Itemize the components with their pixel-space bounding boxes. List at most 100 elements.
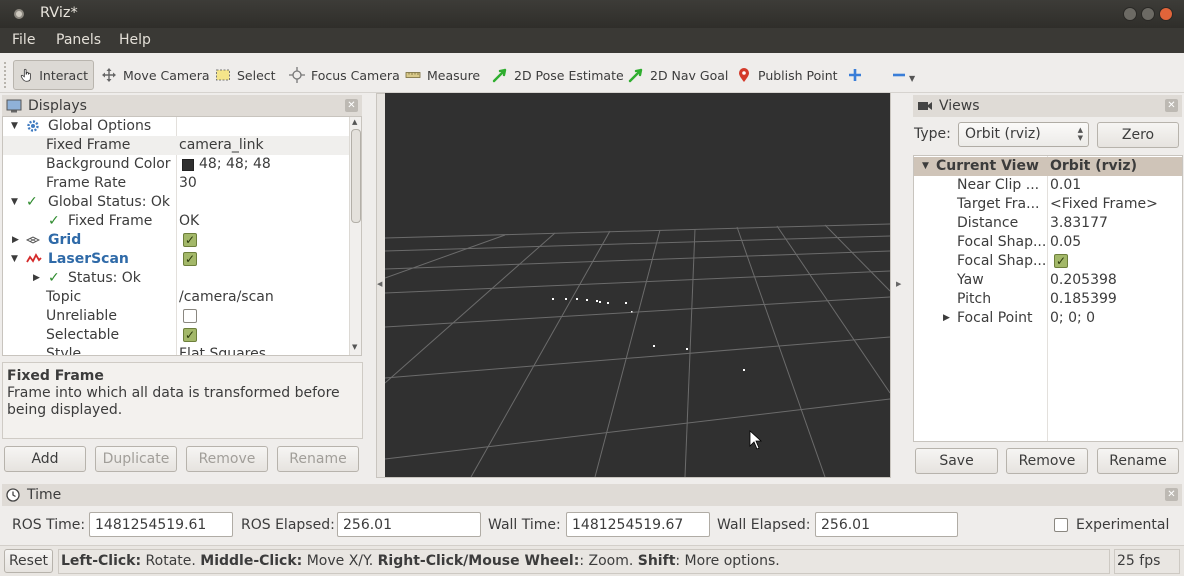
3d-viewport[interactable] xyxy=(385,93,890,477)
view-type-select[interactable]: Orbit (rviz) ▲ ▼ xyxy=(958,122,1089,147)
close-panel-icon[interactable]: ✕ xyxy=(1165,99,1178,112)
tree-row-laserscan[interactable]: ▼ LaserScan xyxy=(3,250,349,269)
checkmark-icon: ✓ xyxy=(48,213,60,229)
tool-2d-pose-estimate[interactable]: 2D Pose Estimate xyxy=(487,60,629,90)
views-tree[interactable]: ▼ Current View Orbit (rviz) Near Clip ..… xyxy=(913,155,1183,442)
tool-measure[interactable]: Measure xyxy=(400,60,485,90)
save-view-button[interactable]: Save xyxy=(915,448,998,474)
grid-enabled-checkbox[interactable] xyxy=(183,233,197,247)
focal-shape-size-value[interactable]: 0.05 xyxy=(1050,233,1081,252)
tree-row-yaw[interactable]: Yaw 0.205398 xyxy=(914,271,1182,290)
close-window-button[interactable] xyxy=(1159,7,1173,21)
color-swatch[interactable] xyxy=(182,159,194,171)
status-text: : Zoom. xyxy=(579,553,638,569)
tree-row-global-status[interactable]: ▼ ✓ Global Status: Ok xyxy=(3,193,349,212)
scrollbar-thumb[interactable] xyxy=(351,129,361,223)
menu-panels[interactable]: Panels xyxy=(56,32,101,48)
tree-row-topic[interactable]: Topic /camera/scan xyxy=(3,288,349,307)
close-panel-icon[interactable]: ✕ xyxy=(1165,488,1178,501)
distance-value[interactable]: 3.83177 xyxy=(1050,214,1108,233)
tree-label: Frame Rate xyxy=(46,175,127,191)
description-title: Fixed Frame xyxy=(7,368,104,384)
collapse-arrow-icon[interactable]: ▶ xyxy=(33,269,40,288)
focal-point-value[interactable]: 0; 0; 0 xyxy=(1050,309,1095,328)
near-clip-value[interactable]: 0.01 xyxy=(1050,176,1081,195)
tool-move-camera[interactable]: Move Camera xyxy=(96,60,215,90)
remove-display-button[interactable]: Remove xyxy=(186,446,268,472)
chevron-down-icon: ▼ xyxy=(909,73,916,83)
tree-row-focal-shape-size[interactable]: Focal Shap... 0.05 xyxy=(914,233,1182,252)
pitch-value[interactable]: 0.185399 xyxy=(1050,290,1117,309)
tool-publish-point[interactable]: Publish Point xyxy=(731,60,843,90)
tree-row-grid[interactable]: ▶ Grid xyxy=(3,231,349,250)
laserscan-enabled-checkbox[interactable] xyxy=(183,252,197,266)
focal-shape-fixed-checkbox[interactable] xyxy=(1054,254,1068,268)
displays-tree[interactable]: ▲ ▼ ▼ Global Options Fixed Frame camera_… xyxy=(2,116,362,356)
tool-focus-camera[interactable]: Focus Camera xyxy=(284,60,405,90)
collapse-arrow-icon[interactable]: ▶ xyxy=(12,231,19,250)
tree-row-laserscan-status[interactable]: ▶ ✓ Status: Ok xyxy=(3,269,349,288)
tree-row-target-frame[interactable]: Target Fra... <Fixed Frame> xyxy=(914,195,1182,214)
selectable-checkbox[interactable] xyxy=(183,328,197,342)
yaw-value[interactable]: 0.205398 xyxy=(1050,271,1117,290)
tree-row-global-options[interactable]: ▼ Global Options xyxy=(3,117,349,136)
title-bar[interactable]: RViz* xyxy=(0,0,1184,28)
remove-view-button[interactable]: Remove xyxy=(1006,448,1088,474)
zero-button[interactable]: Zero xyxy=(1097,122,1179,148)
tree-row-selectable[interactable]: Selectable xyxy=(3,326,349,345)
tool-interact[interactable]: Interact xyxy=(13,60,94,90)
collapse-left-panel-icon[interactable]: ◀ xyxy=(377,280,382,288)
tree-row-unreliable[interactable]: Unreliable xyxy=(3,307,349,326)
menu-help[interactable]: Help xyxy=(119,32,151,48)
ros-elapsed-field[interactable] xyxy=(337,512,481,537)
tree-row-frame-rate[interactable]: Frame Rate 30 xyxy=(3,174,349,193)
reset-button[interactable]: Reset xyxy=(4,549,53,573)
remove-tool-button[interactable]: ▼ xyxy=(886,60,920,90)
expand-arrow-icon[interactable]: ▼ xyxy=(922,157,929,176)
tree-row-current-view[interactable]: ▼ Current View Orbit (rviz) xyxy=(914,157,1182,176)
ros-time-field[interactable] xyxy=(89,512,233,537)
wall-time-field[interactable] xyxy=(566,512,710,537)
scrollbar-up-arrow[interactable]: ▲ xyxy=(352,118,357,126)
fixed-frame-value[interactable]: camera_link xyxy=(179,136,264,155)
expand-arrow-icon[interactable]: ▼ xyxy=(11,250,18,269)
wall-elapsed-field[interactable] xyxy=(815,512,958,537)
rename-display-button[interactable]: Rename xyxy=(277,446,359,472)
tree-label: LaserScan xyxy=(48,251,129,267)
tree-row-fixed-frame[interactable]: Fixed Frame camera_link xyxy=(3,136,349,155)
tree-row-style[interactable]: Style Flat Squares xyxy=(3,345,349,355)
frame-rate-value[interactable]: 30 xyxy=(179,174,197,193)
scrollbar-down-arrow[interactable]: ▼ xyxy=(352,343,357,351)
tree-row-focal-point[interactable]: ▶ Focal Point 0; 0; 0 xyxy=(914,309,1182,328)
background-color-value[interactable]: 48; 48; 48 xyxy=(199,155,271,174)
expand-arrow-icon[interactable]: ▼ xyxy=(11,193,18,212)
status-bar: Reset Left-Click: Rotate. Middle-Click: … xyxy=(0,545,1184,576)
target-frame-value[interactable]: <Fixed Frame> xyxy=(1050,195,1158,214)
tree-row-status-fixed-frame[interactable]: ✓ Fixed Frame OK xyxy=(3,212,349,231)
scan-point xyxy=(576,298,578,300)
tool-measure-label: Measure xyxy=(427,67,481,83)
close-panel-icon[interactable]: ✕ xyxy=(345,99,358,112)
rename-view-button[interactable]: Rename xyxy=(1097,448,1179,474)
expand-arrow-icon[interactable]: ▼ xyxy=(11,117,18,136)
tree-row-background-color[interactable]: Background Color 48; 48; 48 xyxy=(3,155,349,174)
unreliable-checkbox[interactable] xyxy=(183,309,197,323)
collapse-arrow-icon[interactable]: ▶ xyxy=(943,309,950,328)
status-key: Shift xyxy=(637,553,676,569)
add-tool-button[interactable] xyxy=(842,60,868,90)
topic-value[interactable]: /camera/scan xyxy=(179,288,274,307)
style-value[interactable]: Flat Squares xyxy=(179,345,266,355)
experimental-checkbox[interactable] xyxy=(1054,518,1068,532)
duplicate-display-button[interactable]: Duplicate xyxy=(95,446,177,472)
menu-file[interactable]: File xyxy=(12,32,35,48)
tree-row-distance[interactable]: Distance 3.83177 xyxy=(914,214,1182,233)
maximize-button[interactable] xyxy=(1141,7,1155,21)
add-display-button[interactable]: Add xyxy=(4,446,86,472)
tree-row-near-clip[interactable]: Near Clip ... 0.01 xyxy=(914,176,1182,195)
tree-row-pitch[interactable]: Pitch 0.185399 xyxy=(914,290,1182,309)
tree-row-focal-shape-fixed[interactable]: Focal Shap... xyxy=(914,252,1182,271)
minimize-button[interactable] xyxy=(1123,7,1137,21)
collapse-right-panel-icon[interactable]: ▶ xyxy=(896,280,901,288)
tool-2d-nav-goal[interactable]: 2D Nav Goal xyxy=(623,60,733,90)
tool-select[interactable]: Select xyxy=(210,60,281,90)
